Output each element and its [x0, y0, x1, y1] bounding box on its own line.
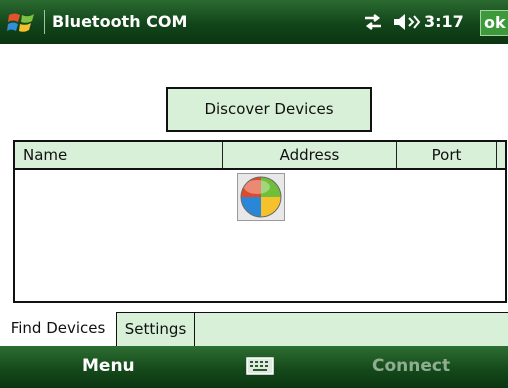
softkey-bar: Menu Connect: [0, 346, 508, 388]
keyboard-icon[interactable]: [246, 357, 274, 375]
windows-busy-icon: [237, 173, 285, 221]
menu-softkey[interactable]: Menu: [82, 356, 135, 376]
tab-find-devices[interactable]: Find Devices: [0, 312, 117, 346]
title-bar: Bluetooth COM 3:17 ok: [0, 0, 508, 44]
column-header-name[interactable]: Name: [15, 142, 223, 170]
device-list[interactable]: Name Address Port: [13, 140, 507, 303]
connectivity-icon[interactable]: [362, 13, 384, 31]
column-header-port[interactable]: Port: [397, 142, 497, 170]
clock-time[interactable]: 3:17: [424, 12, 464, 31]
app-title: Bluetooth COM: [52, 12, 188, 31]
discover-devices-button[interactable]: Discover Devices: [166, 87, 372, 132]
tab-strip: Find Devices Settings: [0, 312, 508, 346]
column-header-filler: [497, 142, 505, 170]
volume-icon[interactable]: [392, 12, 422, 32]
connect-softkey[interactable]: Connect: [372, 356, 450, 376]
tab-settings[interactable]: Settings: [117, 312, 195, 346]
device-list-header: Name Address Port: [15, 142, 505, 170]
windows-start-icon[interactable]: [7, 10, 37, 36]
title-separator: [44, 10, 45, 34]
ok-button[interactable]: ok: [480, 10, 508, 36]
column-header-address[interactable]: Address: [223, 142, 397, 170]
